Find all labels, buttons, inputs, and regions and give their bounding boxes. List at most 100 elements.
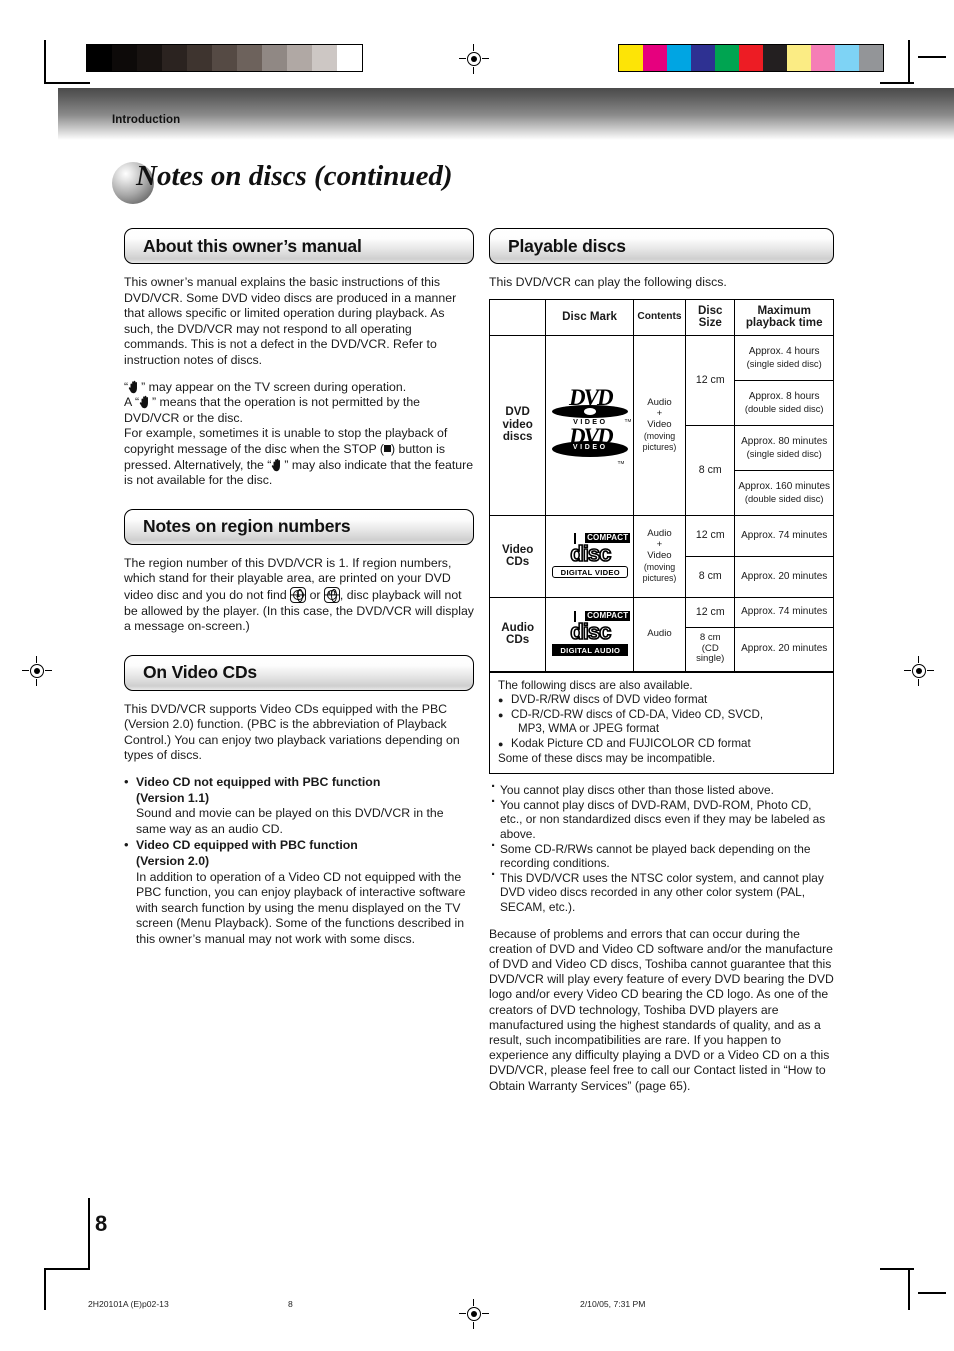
heading-video-cds-label: On Video CDs [143, 662, 257, 683]
cell-disc-mark-audio-cd: COMPACT disc DIGITAL AUDIO [545, 596, 634, 672]
registration-target-right [904, 656, 934, 686]
color-calibration-bar [618, 44, 884, 72]
th-disc-size: Disc Size [685, 298, 736, 336]
heading-region-numbers: Notes on region numbers [124, 508, 474, 545]
time-line-2: (double sided disc) [744, 402, 824, 414]
contents-line-3: Video [647, 550, 672, 562]
page-number: 8 [95, 1211, 108, 1236]
cell-size-dvd-8cm: 8 cm [685, 424, 736, 516]
cell-time: Approx. 74 minutes [734, 514, 834, 557]
gray-swatch [312, 45, 337, 71]
left-column: About this owner’s manual This owner’s m… [124, 228, 474, 949]
also-list: DVD-R/RW discs of DVD video format CD-R/… [498, 693, 825, 751]
time-line-2: (double sided disc) [744, 492, 824, 504]
also-item-line-1: CD-R/CD-RW discs of CD-DA, Video CD, SVC… [511, 707, 764, 721]
compact-disc-digital-video-logo: COMPACT disc DIGITAL VIDEO [548, 533, 632, 579]
heading-region-label: Notes on region numbers [143, 516, 351, 537]
cell-disc-mark-video-cd: COMPACT disc DIGITAL VIDEO [545, 514, 634, 598]
crop-mark-top-left-v [44, 40, 46, 82]
cell-time: Approx. 160 minutes (double sided disc) [734, 469, 834, 516]
list-item: CD-R/CD-RW discs of CD-DA, Video CD, SVC… [498, 708, 825, 737]
also-item-line-2: MP3, WMA or JPEG format [518, 722, 660, 736]
about-paragraph-1: This owner’s manual explains the basic i… [124, 275, 457, 367]
cd-logo-disc-label: disc [569, 619, 612, 645]
heading-about-owners-manual: About this owner’s manual [124, 228, 474, 264]
gray-swatch [187, 45, 212, 71]
videocd-item-subtitle: (Version 2.0) [136, 854, 210, 869]
cell-size-vcd-12cm: 12 cm [685, 514, 736, 557]
about-line-2b: A “ [124, 395, 140, 410]
contents-line-5: pictures) [642, 442, 677, 453]
page-number-rule [88, 1198, 90, 1270]
contents-line-4: (moving [643, 561, 676, 572]
region-text-b: or [309, 587, 321, 602]
registration-target-bottom [459, 1299, 489, 1329]
color-swatch [691, 45, 715, 71]
cell-time: Approx. 8 hours (double sided disc) [734, 379, 834, 426]
videocd-paragraph: This DVD/VCR supports Video CDs equipped… [124, 701, 460, 763]
dvd-video-logo: DVD VIDEO TM [548, 386, 632, 425]
registration-target-top [459, 44, 489, 74]
crop-mark-top-left-h [44, 82, 90, 84]
restrictions-list: You cannot play discs other than those l… [489, 780, 834, 914]
region-all-icon: ALL [323, 586, 340, 603]
section-label: Introduction [112, 114, 181, 126]
page-title: Notes on discs (continued) [136, 160, 453, 192]
videocd-item-title: Video CD not equipped with PBC function [136, 775, 381, 790]
region-1-icon: 1 [290, 586, 307, 603]
right-column: Playable discs This DVD/VCR can play the… [488, 228, 834, 1094]
edge-tick-right-lower [918, 1292, 946, 1294]
list-item: Video CD equipped with PBC function (Ver… [124, 837, 474, 947]
cell-time: Approx. 20 minutes [734, 626, 834, 672]
time-line-2: (single sided disc) [746, 357, 822, 369]
also-intro: The following discs are also available. [498, 678, 693, 692]
region-paragraph: The region number of this DVD/VCR is 1. … [124, 556, 474, 635]
footer-page: 8 [288, 1299, 293, 1309]
cell-time: Approx. 80 minutes (single sided disc) [734, 424, 834, 471]
color-swatch [811, 45, 835, 71]
stop-square-icon [383, 444, 391, 452]
about-line-2a: ” may appear on the TV screen during ope… [141, 379, 407, 394]
cell-disc-mark-dvd: DVD VIDEO TM DVD VIDEO TM [545, 334, 634, 516]
crop-mark-bottom-left-v [44, 1268, 46, 1310]
gray-swatch [87, 45, 112, 71]
cell-category-video-cds: Video CDs [488, 514, 547, 598]
color-swatch [835, 45, 859, 71]
cell-time: Approx. 4 hours (single sided disc) [734, 334, 834, 381]
cell-time: Approx. 20 minutes [734, 555, 834, 598]
cell-time: Approx. 74 minutes [734, 596, 834, 628]
gray-swatch [137, 45, 162, 71]
videocd-item-subtitle: (Version 1.1) [136, 790, 210, 805]
footer-filename: 2H20101A (E)p02-13 [88, 1299, 169, 1309]
time-line-1: Approx. 160 minutes [738, 481, 831, 492]
cell-category-dvd: DVD video discs [488, 334, 547, 516]
color-swatch [763, 45, 787, 71]
also-outro: Some of these discs may be incompatible. [498, 751, 716, 765]
dvd-video-logo-inverse: DVD VIDEO TM [548, 425, 632, 465]
color-swatch [643, 45, 667, 71]
color-swatch [859, 45, 883, 71]
size-line-3: single) [696, 653, 725, 665]
contents-line-2: + [656, 407, 663, 419]
table-row: DVD video discs DVD VIDEO TM DVD VIDEO T… [488, 334, 834, 516]
contents-line-5: pictures) [642, 573, 677, 584]
th-contents: Contents [632, 298, 687, 336]
about-line-2c: ” means that the operation is not permit… [124, 395, 420, 425]
cd-logo-disc-label: disc [569, 541, 612, 567]
time-line-1: Approx. 8 hours [748, 391, 820, 402]
gray-swatch [337, 45, 362, 71]
registration-target-left [22, 656, 52, 686]
contents-line-1: Audio [647, 527, 672, 539]
color-swatch [619, 45, 643, 71]
playable-intro: This DVD/VCR can play the following disc… [489, 275, 727, 289]
closing-paragraph: Because of problems and errors that can … [489, 926, 834, 1093]
list-item: DVD-R/RW discs of DVD video format [498, 693, 825, 708]
cell-category-audio-cds: Audio CDs [488, 596, 547, 672]
contents-line-1: Audio [647, 396, 672, 408]
header-gradient-band [58, 88, 954, 140]
gray-swatch [162, 45, 187, 71]
heading-playable-discs: Playable discs [489, 228, 834, 264]
videocd-list: Video CD not equipped with PBC function … [124, 774, 474, 948]
time-line-1: Approx. 80 minutes [741, 436, 828, 447]
list-item: Some CD-R/RWs cannot be played back depe… [489, 839, 834, 871]
